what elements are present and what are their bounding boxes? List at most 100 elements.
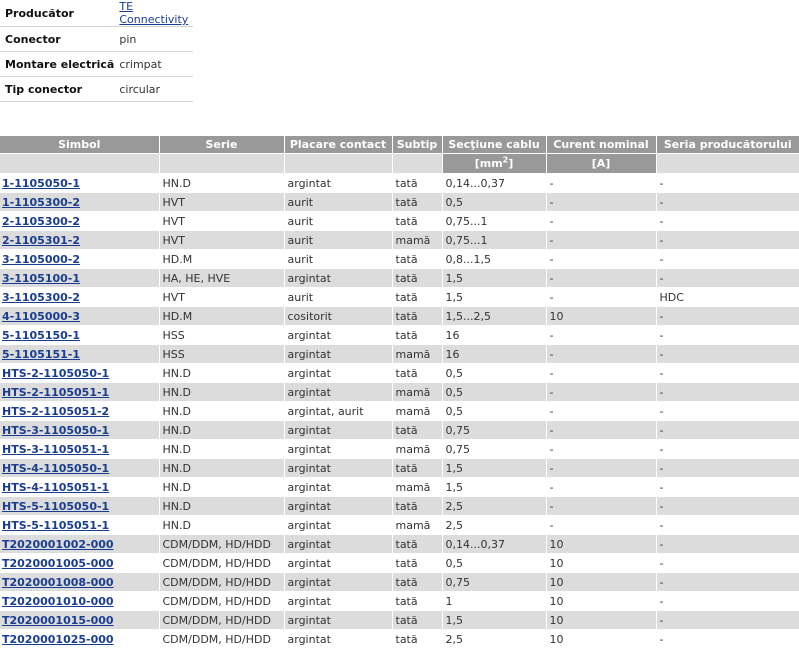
product-symbol-link[interactable]: 5-1105150-1 — [2, 329, 80, 342]
col-header-placare-contact[interactable]: Placare contact — [284, 136, 393, 154]
cell-serie: CDM/DDM, HD/HDD — [159, 629, 285, 648]
unit-suffix: ] — [508, 157, 514, 170]
table-row: 3-1105100-1 HA, HE, HVE argintat tată 1,5- - — [0, 268, 799, 288]
table-row: T2020001010-000 CDM/DDM, HD/HDD argintat ta… — [0, 591, 799, 611]
cell-seria-producatorului: - — [656, 230, 799, 250]
cell-placare-contact: argintat — [284, 268, 393, 288]
col-header-subtip[interactable]: Subtip — [392, 136, 443, 154]
product-symbol-link[interactable]: HTS-5-1105050-1 — [2, 500, 109, 513]
cell-seria-producatorului: - — [656, 477, 799, 497]
product-symbol-link[interactable]: HTS-2-1105050-1 — [2, 367, 109, 380]
product-symbol-link[interactable]: 4-1105000-3 — [2, 310, 80, 323]
cell-curent-nominal: - — [546, 211, 657, 231]
product-symbol-link[interactable]: 2-1105301-2 — [2, 234, 80, 247]
cell-subtip: mamă — [392, 477, 443, 497]
product-symbol-link[interactable]: HTS-4-1105050-1 — [2, 462, 109, 475]
table-row: HTS-3-1105050-1 HN.D argintat tată 0,75- - — [0, 420, 799, 440]
product-symbol-link[interactable]: HTS-5-1105051-1 — [2, 519, 109, 532]
col-header-serie[interactable]: Serie — [159, 136, 285, 154]
cell-curent-nominal: - — [546, 344, 657, 364]
col-header-sectiune-cablu[interactable]: Secţiune cablu — [442, 136, 547, 154]
cell-placare-contact: aurit — [284, 230, 393, 250]
col-header-seria-producatorului[interactable]: Seria producătorului — [656, 136, 799, 154]
product-symbol-link[interactable]: 3-1105300-2 — [2, 291, 80, 304]
cell-seria-producatorului: - — [656, 591, 799, 611]
product-symbol-link[interactable]: HTS-2-1105051-1 — [2, 386, 109, 399]
product-symbol-link[interactable]: T2020001005-000 — [2, 557, 114, 570]
cell-placare-contact: cositorit — [284, 306, 393, 326]
cell-sectiune-cablu: 16 — [442, 344, 547, 364]
cell-subtip: tată — [392, 420, 443, 440]
cell-serie: HVT — [159, 287, 285, 307]
product-symbol-link[interactable]: T2020001015-000 — [2, 614, 114, 627]
product-symbol-link[interactable]: HTS-2-1105051-2 — [2, 405, 109, 418]
cell-seria-producatorului: - — [656, 192, 799, 212]
cell-serie: HD.M — [159, 249, 285, 269]
product-symbol-link[interactable]: 1-1105050-1 — [2, 177, 80, 190]
product-symbol-link[interactable]: HTS-3-1105051-1 — [2, 443, 109, 456]
cell-seria-producatorului: - — [656, 306, 799, 326]
col-header-curent-nominal[interactable]: Curent nominal — [546, 136, 657, 154]
cell-sectiune-cablu: 0,5 — [442, 363, 547, 383]
cell-simbol: HTS-3-1105051-1 — [0, 439, 160, 459]
cell-placare-contact: aurit — [284, 249, 393, 269]
cell-sectiune-cablu: 0,8...1,5 — [442, 249, 547, 269]
cell-placare-contact: argintat — [284, 534, 393, 554]
cell-placare-contact: argintat — [284, 363, 393, 383]
cell-sectiune-cablu: 0,5 — [442, 553, 547, 573]
cell-curent-nominal: 10 — [546, 572, 657, 592]
units-cell-empty — [392, 153, 443, 174]
cell-subtip: tată — [392, 629, 443, 648]
cell-curent-nominal: - — [546, 325, 657, 345]
products-table-body: 1-1105050-1 HN.D argintat tată 0,14...0,37- -… — [0, 173, 799, 648]
units-cell-empty — [656, 153, 799, 174]
header-row: Simbol Serie Placare contact Subtip Secţ… — [0, 136, 799, 154]
product-symbol-link[interactable]: T2020001010-000 — [2, 595, 114, 608]
cell-seria-producatorului: - — [656, 268, 799, 288]
product-symbol-link[interactable]: T2020001025-000 — [2, 633, 114, 646]
table-row: HTS-2-1105051-2 HN.D argintat, aurit mamă 0,… — [0, 401, 799, 421]
product-symbol-link[interactable]: 3-1105000-2 — [2, 253, 80, 266]
product-symbol-link[interactable]: T2020001008-000 — [2, 576, 114, 589]
cell-sectiune-cablu: 2,5 — [442, 496, 547, 516]
cell-seria-producatorului: - — [656, 439, 799, 459]
cell-sectiune-cablu: 1,5 — [442, 458, 547, 478]
cell-sectiune-cablu: 1,5 — [442, 268, 547, 288]
product-symbol-link[interactable]: T2020001002-000 — [2, 538, 114, 551]
cell-simbol: 2-1105300-2 — [0, 211, 160, 231]
col-header-simbol[interactable]: Simbol — [0, 136, 160, 154]
cell-seria-producatorului: - — [656, 458, 799, 478]
cell-simbol: 3-1105300-2 — [0, 287, 160, 307]
cell-serie: CDM/DDM, HD/HDD — [159, 591, 285, 611]
cell-simbol: 5-1105151-1 — [0, 344, 160, 364]
cell-simbol: T2020001015-000 — [0, 610, 160, 630]
cell-subtip: mamă — [392, 230, 443, 250]
product-attributes: Producător TE Connectivity Conector pin Mont… — [0, 0, 193, 102]
manufacturer-link[interactable]: TE Connectivity — [119, 0, 188, 26]
cell-placare-contact: argintat — [284, 420, 393, 440]
product-symbol-link[interactable]: 2-1105300-2 — [2, 215, 80, 228]
cell-curent-nominal: 10 — [546, 610, 657, 630]
cell-seria-producatorului: - — [656, 496, 799, 516]
products-table: Simbol Serie Placare contact Subtip Secţ… — [0, 136, 799, 648]
cell-placare-contact: argintat — [284, 629, 393, 648]
cell-serie: HN.D — [159, 458, 285, 478]
cell-curent-nominal: - — [546, 249, 657, 269]
product-symbol-link[interactable]: HTS-4-1105051-1 — [2, 481, 109, 494]
cell-simbol: HTS-2-1105051-1 — [0, 382, 160, 402]
cell-sectiune-cablu: 1 — [442, 591, 547, 611]
cell-curent-nominal: - — [546, 515, 657, 535]
table-row: 4-1105000-3 HD.M cositorit tată 1,5...2,5 10- — [0, 306, 799, 326]
product-symbol-link[interactable]: 3-1105100-1 — [2, 272, 80, 285]
product-symbol-link[interactable]: HTS-3-1105050-1 — [2, 424, 109, 437]
product-symbol-link[interactable]: 5-1105151-1 — [2, 348, 80, 361]
cell-simbol: 2-1105301-2 — [0, 230, 160, 250]
attribute-value-cell: TE Connectivity — [114, 0, 193, 27]
table-row: T2020001002-000 CDM/DDM, HD/HDD argintat ta… — [0, 534, 799, 554]
cell-placare-contact: argintat — [284, 515, 393, 535]
cell-curent-nominal: - — [546, 496, 657, 516]
cell-simbol: 1-1105300-2 — [0, 192, 160, 212]
cell-simbol: HTS-3-1105050-1 — [0, 420, 160, 440]
cell-serie: HN.D — [159, 439, 285, 459]
product-symbol-link[interactable]: 1-1105300-2 — [2, 196, 80, 209]
